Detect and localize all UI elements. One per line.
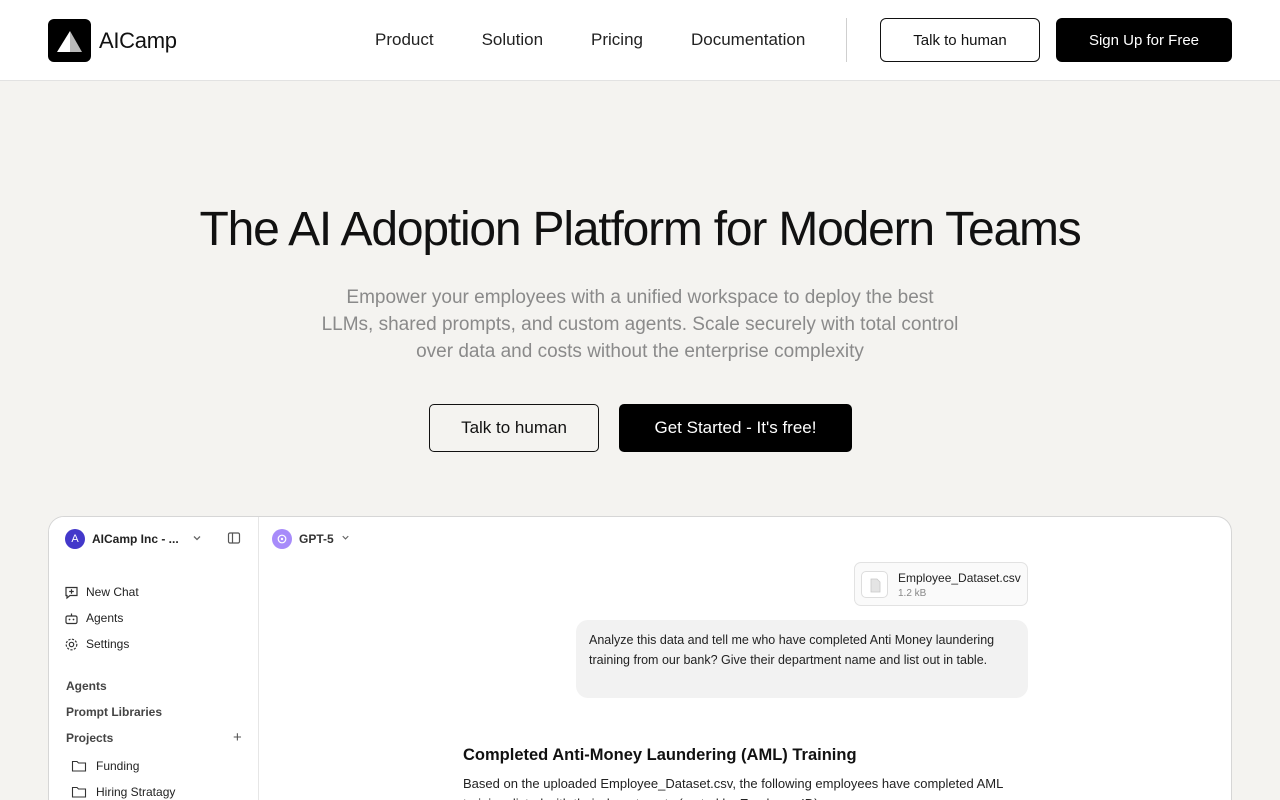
sidebar-section-prompt-libraries[interactable]: Prompt Libraries	[66, 705, 162, 719]
attachment-name: Employee_Dataset.csv	[898, 571, 1021, 585]
sidebar-toggle-icon[interactable]	[227, 531, 241, 550]
talk-to-human-button[interactable]: Talk to human	[880, 18, 1040, 62]
sidebar-section-agents[interactable]: Agents	[66, 679, 107, 693]
logo-icon	[48, 19, 91, 62]
user-message: Analyze this data and tell me who have c…	[576, 620, 1028, 698]
file-icon	[861, 571, 888, 598]
sidebar-section-projects[interactable]: Projects	[66, 731, 113, 745]
hero-talk-to-human-button[interactable]: Talk to human	[429, 404, 599, 452]
sidebar-item-label: Agents	[86, 611, 124, 625]
sidebar-item-label: Settings	[86, 637, 130, 651]
site-header: AICamp Product Solution Pricing Document…	[0, 0, 1280, 81]
nav-divider	[846, 18, 847, 62]
folder-icon	[71, 759, 87, 773]
attachment-size: 1.2 kB	[898, 588, 927, 599]
nav-pricing[interactable]: Pricing	[591, 30, 643, 50]
workspace-avatar: A	[65, 529, 85, 549]
chevron-down-icon[interactable]	[191, 531, 203, 549]
project-label: Hiring Stratagy	[96, 785, 176, 799]
nav-product[interactable]: Product	[375, 30, 434, 50]
new-chat-icon	[63, 584, 79, 600]
main-nav: Product Solution Pricing Documentation	[375, 30, 853, 50]
model-selector[interactable]: GPT-5	[272, 529, 351, 549]
chat-area: GPT-5 Employee_Dataset.csv 1.2 kB Analyz…	[259, 517, 1231, 800]
model-name: GPT-5	[299, 532, 334, 546]
sidebar-item-label: New Chat	[86, 585, 139, 599]
gear-icon	[63, 636, 79, 652]
folder-icon	[71, 785, 87, 799]
project-item-hiring[interactable]: Hiring Stratagy	[71, 785, 175, 799]
sidebar-item-settings[interactable]: Settings	[63, 636, 129, 652]
attachment-card[interactable]: Employee_Dataset.csv 1.2 kB	[854, 562, 1028, 606]
nav-documentation[interactable]: Documentation	[691, 30, 805, 50]
brand-name: AICamp	[99, 27, 177, 53]
project-item-funding[interactable]: Funding	[71, 759, 139, 773]
robot-icon	[63, 610, 79, 626]
app-preview: A AICamp Inc - ... New Chat Agents Setti…	[48, 516, 1232, 800]
chevron-down-icon	[340, 530, 351, 548]
brand-logo[interactable]: AICamp	[48, 19, 177, 62]
project-label: Funding	[96, 759, 140, 773]
hero-subtitle: Empower your employees with a unified wo…	[321, 287, 959, 362]
sign-up-button[interactable]: Sign Up for Free	[1056, 18, 1232, 62]
sidebar-item-new-chat[interactable]: New Chat	[63, 584, 139, 600]
openai-icon	[272, 529, 292, 549]
add-project-icon[interactable]: +	[233, 730, 242, 745]
response-title: Completed Anti-Money Laundering (AML) Tr…	[463, 746, 857, 764]
hero-title: The AI Adoption Platform for Modern Team…	[199, 203, 1081, 256]
sidebar-item-agents[interactable]: Agents	[63, 610, 123, 626]
get-started-button[interactable]: Get Started - It's free!	[619, 404, 852, 452]
preview-sidebar: A AICamp Inc - ... New Chat Agents Setti…	[49, 517, 259, 800]
response-body: Based on the uploaded Employee_Dataset.c…	[463, 776, 1003, 800]
workspace-switcher[interactable]: A AICamp Inc - ...	[65, 529, 179, 549]
nav-solution[interactable]: Solution	[482, 30, 543, 50]
workspace-name: AICamp Inc - ...	[92, 532, 179, 546]
